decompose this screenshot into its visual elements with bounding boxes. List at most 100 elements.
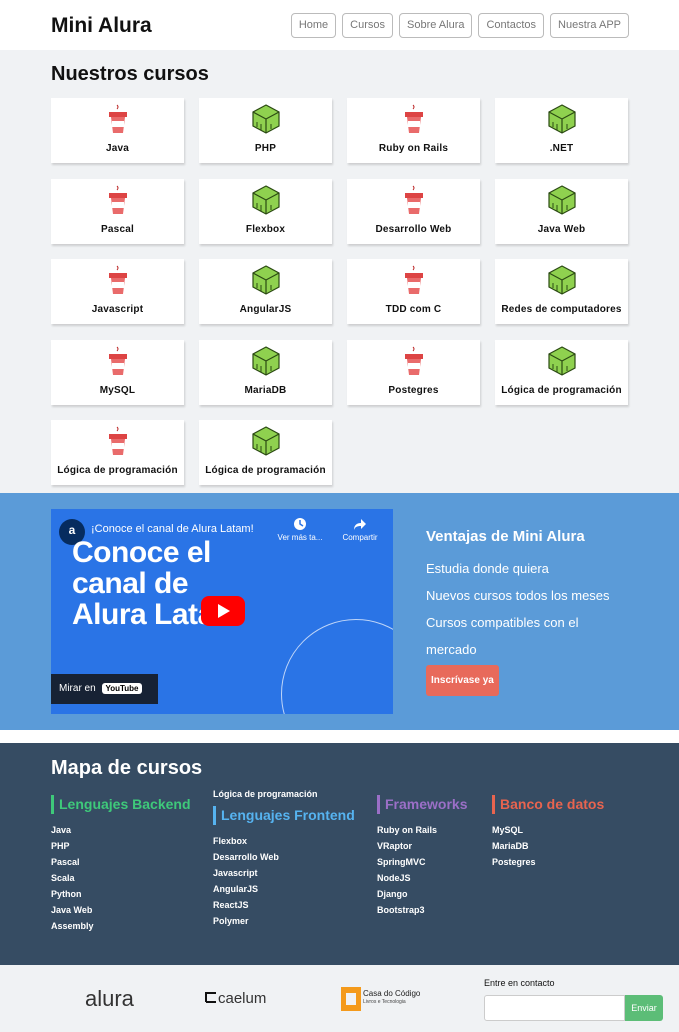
advantage-item: Nuevos cursos todos los meses	[426, 588, 610, 603]
map-link[interactable]: Django	[377, 886, 467, 902]
course-card[interactable]: Lógica de programación	[199, 420, 332, 485]
map-link[interactable]: Python	[51, 886, 191, 902]
map-link[interactable]: MySQL	[492, 822, 604, 838]
share-icon	[354, 519, 366, 530]
site-header: Mini Alura Home Cursos Sobre Alura Conta…	[0, 0, 679, 50]
map-link[interactable]: MariaDB	[492, 838, 604, 854]
coffee-cup-icon	[103, 345, 133, 377]
nav-sobre-alura[interactable]: Sobre Alura	[399, 13, 473, 38]
course-label: Lógica de programación	[205, 465, 326, 476]
course-label: Desarrollo Web	[375, 223, 452, 235]
course-card[interactable]: Pascal	[51, 178, 184, 244]
course-card[interactable]: .NET	[495, 98, 628, 163]
cube-icon	[251, 103, 281, 135]
nav-home[interactable]: Home	[290, 13, 337, 38]
course-card[interactable]: Flexbox	[199, 178, 332, 244]
enroll-button[interactable]: Inscrívase ya	[426, 665, 499, 696]
map-link[interactable]: Scala	[51, 870, 191, 886]
course-label: Java Web	[537, 223, 586, 235]
casa-do-codigo-text: Casa do Código	[363, 989, 421, 998]
map-link[interactable]: PHP	[51, 838, 191, 854]
alura-logo[interactable]: alura	[85, 986, 134, 1012]
courses-title: Nuestros cursos	[51, 63, 209, 85]
map-link[interactable]: AngularJS	[213, 881, 355, 897]
caelum-logo[interactable]: caelum	[205, 990, 266, 1007]
course-card[interactable]: Postegres	[347, 339, 480, 405]
cube-icon	[251, 425, 281, 457]
course-card[interactable]: Redes de computadores	[495, 259, 628, 324]
coffee-cup-icon	[399, 184, 429, 216]
advantages-panel: Ventajas de Mini Alura Estudia donde qui…	[426, 528, 626, 696]
map-link[interactable]: Pascal	[51, 854, 191, 870]
watch-later-label: Ver más ta...	[277, 533, 323, 542]
course-card[interactable]: Desarrollo Web	[347, 178, 480, 244]
coffee-cup-icon	[103, 425, 133, 457]
course-card[interactable]: Lógica de programación	[495, 339, 628, 405]
main-nav: Home Cursos Sobre Alura Contactos Nuestr…	[290, 13, 629, 38]
course-label: AngularJS	[239, 304, 292, 315]
map-link[interactable]: Desarrollo Web	[213, 849, 355, 865]
map-link[interactable]: Javascript	[213, 865, 355, 881]
clock-icon	[294, 518, 306, 530]
map-link[interactable]: Polymer	[213, 913, 355, 929]
course-card[interactable]: Java	[51, 98, 184, 163]
video-thumbnail-text: Conoce el canal de Alura Lata	[72, 537, 214, 630]
course-card[interactable]: Javascript	[51, 259, 184, 324]
watch-later-button[interactable]: Ver más ta...	[272, 517, 328, 542]
course-card[interactable]: MySQL	[51, 339, 184, 405]
course-card[interactable]: TDD com C	[347, 259, 480, 324]
advantage-item: Estudia donde quiera	[426, 561, 549, 576]
frontend-heading: Lenguajes Frontend	[213, 806, 355, 825]
course-map: Mapa de cursos Lenguajes Backend Java PHP…	[0, 743, 679, 965]
caelum-mark-icon	[205, 992, 216, 1003]
map-link[interactable]: NodeJS	[377, 870, 467, 886]
databases-heading: Banco de datos	[492, 795, 604, 814]
course-label: Redes de computadores	[501, 304, 622, 315]
watch-on-label: Mirar en	[59, 683, 96, 694]
map-link[interactable]: Postegres	[492, 854, 604, 870]
course-card[interactable]: AngularJS	[199, 259, 332, 324]
course-card[interactable]: Lógica de programación	[51, 420, 184, 485]
course-label: Javascript	[91, 304, 144, 315]
map-link[interactable]: Flexbox	[213, 833, 355, 849]
watch-on-youtube[interactable]: Mirar en YouTube	[51, 674, 158, 704]
course-card[interactable]: PHP	[199, 98, 332, 163]
site-logo[interactable]: Mini Alura	[51, 14, 152, 38]
map-link[interactable]: VRaptor	[377, 838, 467, 854]
map-link[interactable]: Java Web	[51, 902, 191, 918]
email-field[interactable]	[484, 995, 625, 1021]
thumbnail-line-2: canal de	[72, 567, 189, 600]
map-link[interactable]: Java	[51, 822, 191, 838]
nav-cursos[interactable]: Cursos	[342, 13, 393, 38]
coffee-cup-icon	[399, 345, 429, 377]
coffee-cup-icon	[103, 103, 133, 135]
coffee-cup-icon	[399, 103, 429, 135]
nav-contactos[interactable]: Contactos	[478, 13, 545, 38]
frontend-extra-link[interactable]: Lógica de programación	[213, 789, 355, 799]
nav-nuestra-app[interactable]: Nuestra APP	[550, 13, 629, 38]
advantages-list: Estudia donde quiera Nuevos cursos todos…	[426, 555, 626, 663]
map-link[interactable]: Bootstrap3	[377, 902, 467, 918]
backend-list: Java PHP Pascal Scala Python Java Web Assembly	[51, 822, 191, 934]
send-button[interactable]: Enviar	[625, 995, 663, 1021]
youtube-logo: YouTube	[102, 683, 142, 694]
share-button[interactable]: Compartir	[338, 517, 382, 542]
course-label: MariaDB	[244, 384, 287, 396]
cube-icon	[547, 345, 577, 377]
map-link[interactable]: Assembly	[51, 918, 191, 934]
frontend-list: Flexbox Desarrollo Web Javascript AngularJS…	[213, 833, 355, 929]
course-card[interactable]: Java Web	[495, 178, 628, 244]
advantage-item: Cursos compatibles con el mercado	[426, 615, 579, 657]
youtube-embed[interactable]: a ¡Conoce el canal de Alura Latam! Ver m…	[51, 509, 393, 714]
course-label: Java	[105, 143, 130, 154]
video-title[interactable]: ¡Conoce el canal de Alura Latam!	[91, 523, 254, 535]
globe-illustration	[281, 619, 393, 714]
coffee-cup-icon	[103, 264, 133, 296]
frameworks-list: Ruby on Rails VRaptor SpringMVC NodeJS Djang…	[377, 822, 467, 918]
course-card[interactable]: Ruby on Rails	[347, 98, 480, 163]
map-link[interactable]: ReactJS	[213, 897, 355, 913]
map-link[interactable]: Ruby on Rails	[377, 822, 467, 838]
play-button[interactable]	[201, 596, 245, 626]
map-link[interactable]: SpringMVC	[377, 854, 467, 870]
course-card[interactable]: MariaDB	[199, 339, 332, 405]
